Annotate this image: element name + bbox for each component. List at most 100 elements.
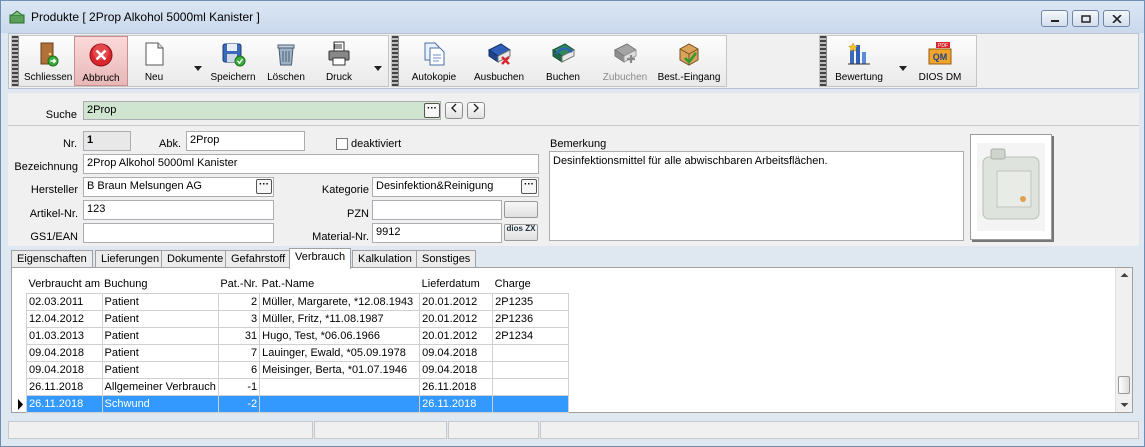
- restore-button[interactable]: [1072, 10, 1099, 27]
- new-document-icon: [145, 42, 164, 66]
- tab-kalkulation[interactable]: Kalkulation: [352, 250, 418, 268]
- pzn-action-button[interactable]: [504, 201, 538, 218]
- product-image[interactable]: [970, 134, 1052, 240]
- tab-lieferungen[interactable]: Lieferungen: [95, 250, 166, 268]
- ausbuchen-button[interactable]: Ausbuchen: [472, 36, 526, 86]
- abk-field[interactable]: 2Prop: [186, 131, 305, 151]
- bewertung-label: Bewertung: [835, 72, 883, 83]
- kategorie-label: Kategorie: [321, 184, 369, 196]
- toolbar-grip[interactable]: [12, 36, 19, 86]
- table-cell: [492, 360, 570, 379]
- abbruch-label: Abbruch: [82, 73, 120, 84]
- column-header-charge[interactable]: Charge: [493, 276, 569, 293]
- table-cell: 02.03.2011: [26, 292, 103, 311]
- column-header-pat-name[interactable]: Pat.-Name: [260, 276, 420, 293]
- next-record-button[interactable]: [467, 102, 485, 119]
- column-header-buchung[interactable]: Buchung: [102, 276, 218, 293]
- table-cell: 20.01.2012: [419, 292, 494, 311]
- deaktiviert-checkbox[interactable]: [336, 138, 348, 150]
- table-cell: 09.04.2018: [419, 343, 494, 362]
- tab-sonstiges[interactable]: Sonstiges: [416, 250, 477, 268]
- toolbar-grip[interactable]: [820, 36, 827, 86]
- material-nr-field[interactable]: 9912: [372, 223, 502, 243]
- buchen-button[interactable]: Buchen: [538, 36, 588, 86]
- table-cell: 2: [217, 292, 261, 311]
- druck-dropdown-icon[interactable]: [373, 64, 383, 72]
- trash-icon: [277, 44, 295, 66]
- table-row[interactable]: 09.04.2018 Patient 7 Lauinger, Ewald, *05.0…: [26, 343, 570, 362]
- kategorie-lookup-button[interactable]: ···: [521, 179, 537, 194]
- column-header-verbraucht-am[interactable]: Verbraucht am: [27, 276, 103, 293]
- material-nr-label: Material-Nr.: [312, 231, 369, 243]
- svg-text:QM: QM: [933, 52, 948, 62]
- search-input[interactable]: 2Prop: [83, 101, 441, 120]
- close-window-button[interactable]: [1103, 10, 1130, 27]
- column-header-lieferdatum[interactable]: Lieferdatum: [420, 276, 493, 293]
- previous-record-button[interactable]: [445, 102, 463, 119]
- table-row[interactable]: 09.04.2018 Patient 6 Meisinger, Berta, *01.…: [26, 360, 570, 379]
- table-cell: Patient: [101, 309, 219, 328]
- table-row[interactable]: 26.11.2018 Allgemeiner Verbrauch -1 26.11.2…: [26, 377, 570, 396]
- nr-field: 1: [83, 131, 131, 151]
- search-lookup-button[interactable]: ···: [424, 103, 440, 118]
- rating-chart-icon: [848, 42, 870, 65]
- table-cell: 26.11.2018: [419, 394, 494, 413]
- gs1-ean-field[interactable]: [83, 223, 274, 243]
- pzn-label: PZN: [347, 208, 369, 220]
- artikel-nr-field[interactable]: 123: [83, 200, 274, 220]
- neu-dropdown-icon[interactable]: [193, 64, 203, 72]
- scroll-up-icon[interactable]: [1120, 272, 1129, 278]
- schliessen-label: Schliessen: [24, 72, 73, 83]
- dios-dm-label: DIOS DM: [918, 72, 962, 83]
- save-disk-icon: [222, 43, 246, 67]
- tab-eigenschaften[interactable]: Eigenschaften: [11, 250, 93, 268]
- dios-zx-button[interactable]: dios ZX: [504, 224, 538, 241]
- best-eingang-button[interactable]: Best.-Eingang: [654, 36, 724, 86]
- dios-dm-button[interactable]: PDF QM DIOS DM: [910, 36, 970, 86]
- table-row[interactable]: 12.04.2012 Patient 3 Müller, Fritz, *11.08.…: [26, 309, 570, 328]
- product-window: Produkte [ 2Prop Alkohol 5000ml Kanister…: [0, 0, 1145, 447]
- neu-button[interactable]: Neu: [130, 36, 178, 86]
- canister-icon: [977, 143, 1045, 231]
- bewertung-dropdown-icon[interactable]: [898, 64, 908, 72]
- schliessen-button[interactable]: Schliessen: [24, 36, 72, 86]
- hersteller-field[interactable]: B Braun Melsungen AG: [83, 177, 274, 197]
- table-cell: [492, 343, 570, 362]
- minimize-icon: [1051, 20, 1059, 22]
- table-cell: Schwund: [101, 394, 219, 413]
- tab-dokumente[interactable]: Dokumente: [161, 250, 230, 268]
- table-cell: 09.04.2018: [26, 343, 103, 362]
- pzn-field[interactable]: [372, 200, 502, 220]
- tab-verbrauch[interactable]: Verbrauch: [289, 248, 352, 269]
- table-row[interactable]: 26.11.2018 Schwund -2 26.11.2018: [26, 394, 570, 413]
- minimize-button[interactable]: [1041, 10, 1068, 27]
- vertical-scrollbar[interactable]: [1115, 268, 1132, 412]
- bemerkung-field[interactable]: Desinfektionsmittel für alle abwischbare…: [549, 151, 964, 241]
- table-cell: 6: [217, 360, 261, 379]
- bezeichnung-field[interactable]: 2Prop Alkohol 5000ml Kanister: [83, 154, 539, 174]
- table-cell: Müller, Margarete, *12.08.1943: [259, 292, 421, 311]
- tab-gefahrstoff[interactable]: Gefahrstoff: [225, 250, 292, 268]
- hersteller-lookup-button[interactable]: ···: [256, 179, 272, 194]
- scroll-thumb[interactable]: [1118, 376, 1130, 394]
- column-header-pat-nr[interactable]: Pat.-Nr.: [218, 276, 259, 293]
- bewertung-button[interactable]: Bewertung: [832, 36, 886, 86]
- autokopie-button[interactable]: Autokopie: [408, 36, 460, 86]
- abbruch-button[interactable]: Abbruch: [74, 36, 128, 86]
- app-icon: [9, 10, 25, 24]
- table-row[interactable]: 01.03.2013 Patient 31 Hugo, Test, *06.06.19…: [26, 326, 570, 345]
- table-row[interactable]: 02.03.2011 Patient 2 Müller, Margarete, *12…: [26, 292, 570, 311]
- best-eingang-label: Best.-Eingang: [657, 72, 721, 83]
- toolbar-grip[interactable]: [392, 36, 399, 86]
- status-panel: [540, 421, 1139, 439]
- abk-label: Abk.: [158, 138, 181, 150]
- zubuchen-label: Zubuchen: [602, 72, 648, 83]
- table-cell: 12.04.2012: [26, 309, 103, 328]
- scroll-down-icon[interactable]: [1120, 402, 1129, 408]
- loeschen-button[interactable]: Löschen: [262, 36, 310, 86]
- table-cell: 26.11.2018: [419, 377, 494, 396]
- kategorie-field[interactable]: Desinfektion&Reinigung: [372, 177, 539, 197]
- speichern-button[interactable]: Speichern: [206, 36, 260, 86]
- druck-button[interactable]: Druck: [314, 36, 364, 86]
- zubuchen-button: Zubuchen: [600, 36, 650, 86]
